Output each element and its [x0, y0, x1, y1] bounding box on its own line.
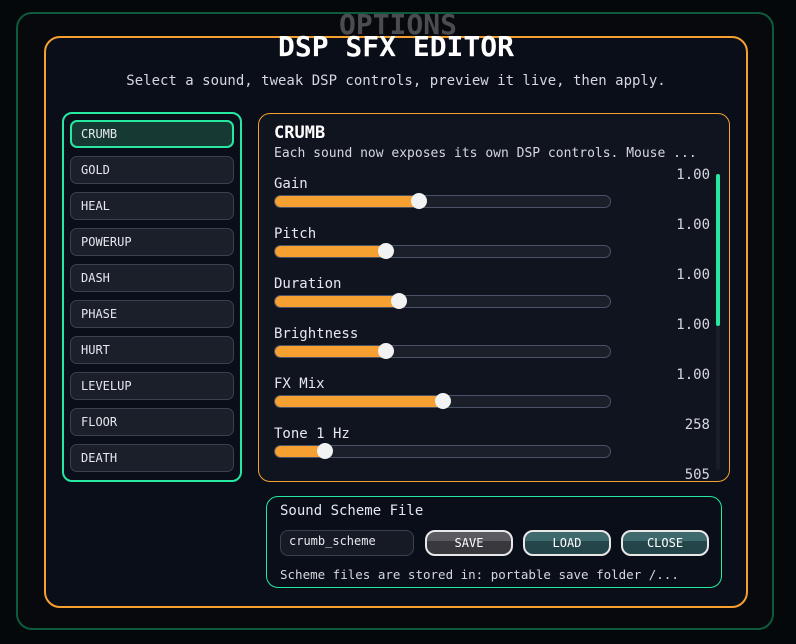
dsp-controls-panel: CRUMB Each sound now exposes its own DSP…: [258, 113, 730, 482]
slider-fill: [275, 396, 443, 407]
control-value: 505: [684, 467, 710, 482]
control-label: Tone 1 Hz: [274, 426, 350, 442]
control-slider[interactable]: [274, 243, 611, 259]
close-button[interactable]: CLOSE: [621, 530, 709, 556]
dsp-control: Tone 1 Hz 258: [274, 417, 714, 476]
sound-item-powerup[interactable]: POWERUP: [70, 228, 234, 256]
sound-item-crumb[interactable]: CRUMB: [70, 120, 234, 148]
control-label: Brightness: [274, 326, 359, 342]
slider-thumb[interactable]: [411, 193, 428, 209]
slider-thumb[interactable]: [434, 393, 451, 409]
scheme-title: Sound Scheme File: [280, 503, 424, 519]
slider-fill: [275, 296, 399, 307]
dialog-subtitle: Select a sound, tweak DSP controls, prev…: [126, 73, 666, 89]
control-slider[interactable]: [274, 393, 611, 409]
dsp-control: Duration 1.00: [274, 267, 714, 326]
sound-item-death[interactable]: DEATH: [70, 444, 234, 472]
control-value: 1.00: [676, 167, 710, 183]
save-button[interactable]: SAVE: [425, 530, 513, 556]
slider-thumb[interactable]: [377, 243, 394, 259]
control-label: Duration: [274, 276, 342, 292]
load-button[interactable]: LOAD: [523, 530, 611, 556]
slider-thumb[interactable]: [317, 443, 334, 459]
scheme-location-note: Scheme files are stored in: portable sav…: [280, 567, 679, 582]
sound-title: CRUMB: [274, 123, 326, 143]
dsp-control: Gain 1.00: [274, 167, 714, 226]
scheme-filename-input[interactable]: crumb_scheme: [280, 530, 414, 556]
sound-item-phase[interactable]: PHASE: [70, 300, 234, 328]
sound-item-dash[interactable]: DASH: [70, 264, 234, 292]
control-slider[interactable]: [274, 193, 611, 209]
control-value: 1.00: [676, 317, 710, 333]
control-label: Pitch: [274, 226, 317, 242]
control-value: 1.00: [676, 267, 710, 283]
control-value: 1.00: [676, 367, 710, 383]
control-value: 258: [684, 417, 710, 433]
control-label: FX Mix: [274, 376, 325, 392]
sound-description: Each sound now exposes its own DSP contr…: [274, 146, 697, 161]
slider-fill: [275, 246, 386, 257]
sound-item-hurt[interactable]: HURT: [70, 336, 234, 364]
scrollbar-thumb[interactable]: [716, 174, 720, 326]
slider-fill: [275, 346, 386, 357]
sound-item-levelup[interactable]: LEVELUP: [70, 372, 234, 400]
dsp-control: Pitch 1.00: [274, 217, 714, 276]
sound-item-heal[interactable]: HEAL: [70, 192, 234, 220]
control-slider[interactable]: [274, 293, 611, 309]
dsp-control: FX Mix 1.00: [274, 367, 714, 426]
slider-thumb[interactable]: [377, 343, 394, 359]
dialog-title: DSP SFX EDITOR: [277, 30, 514, 63]
dsp-control: Brightness 1.00: [274, 317, 714, 376]
sound-item-gold[interactable]: GOLD: [70, 156, 234, 184]
sound-list: CRUMB GOLD HEAL POWERUP DASH PHASE HURT LEVELUP…: [62, 112, 242, 482]
sound-scheme-file-panel: Sound Scheme File crumb_scheme SAVE LOAD…: [266, 496, 722, 588]
control-value: 1.00: [676, 217, 710, 233]
dsp-control: 505: [274, 467, 714, 481]
control-slider[interactable]: [274, 343, 611, 359]
control-label: Gain: [274, 176, 308, 192]
scrollbar[interactable]: [716, 174, 720, 470]
slider-thumb[interactable]: [390, 293, 407, 309]
control-slider[interactable]: [274, 443, 611, 459]
slider-fill: [275, 196, 420, 207]
sound-item-floor[interactable]: FLOOR: [70, 408, 234, 436]
